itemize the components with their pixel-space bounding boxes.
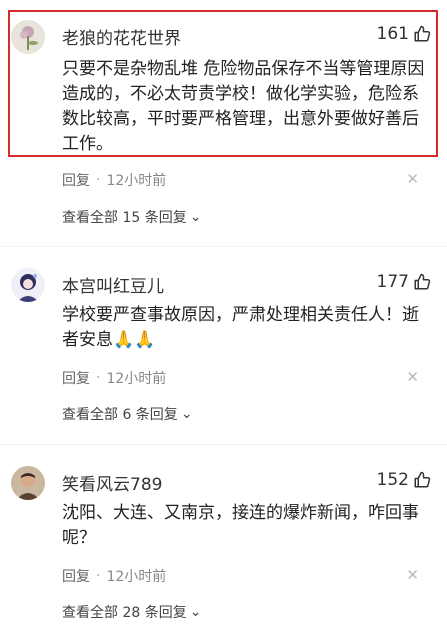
timestamp: 12小时前 [106, 371, 167, 387]
thumbs-up-icon [413, 25, 431, 43]
flower-avatar-icon [11, 20, 45, 54]
like-button[interactable]: 152 [377, 470, 431, 490]
like-button[interactable]: 177 [377, 272, 431, 292]
comment-meta: 回复 · 12小时前 [62, 170, 166, 190]
person-avatar-icon [11, 466, 45, 500]
timestamp: 12小时前 [106, 569, 167, 585]
timestamp: 12小时前 [106, 173, 167, 189]
close-icon[interactable]: ✕ [406, 170, 419, 188]
view-all-replies[interactable]: 查看全部 6 条回复 ⌄ [62, 404, 193, 424]
like-count: 177 [376, 272, 409, 292]
view-all-label: 查看全部 15 条回复 [62, 210, 187, 226]
view-all-replies[interactable]: 查看全部 15 条回复 ⌄ [62, 207, 201, 227]
chevron-down-icon: ⌄ [180, 406, 193, 422]
view-all-replies[interactable]: 查看全部 28 条回复 ⌄ [62, 602, 201, 622]
username[interactable]: 本宫叫红豆儿 [62, 272, 164, 297]
comment-text: 学校要严查事故原因，严肃处理相关责任人！逝者安息🙏🙏 [62, 305, 419, 350]
avatar[interactable] [11, 466, 45, 500]
chevron-down-icon: ⌄ [189, 604, 202, 620]
comment-meta: 回复 · 12小时前 [62, 368, 166, 388]
username[interactable]: 老狼的花花世界 [62, 24, 181, 49]
divider [0, 246, 447, 247]
view-all-label: 查看全部 6 条回复 [62, 407, 178, 423]
like-count: 152 [376, 470, 409, 490]
username[interactable]: 笑看风云789 [62, 470, 162, 495]
avatar[interactable] [11, 268, 45, 302]
comment-text: 只要不是杂物乱堆 危险物品保存不当等管理原因造成的，不必太苛责学校！做化学实验，… [62, 59, 425, 154]
divider [0, 444, 447, 445]
reply-button[interactable]: 回复 [62, 368, 90, 388]
comment-text: 沈阳、大连、又南京，接连的爆炸新闻，咋回事呢？ [62, 503, 419, 548]
avatar[interactable] [11, 20, 45, 54]
comment-meta: 回复 · 12小时前 [62, 566, 166, 586]
close-icon[interactable]: ✕ [406, 368, 419, 386]
anime-avatar-icon [11, 268, 45, 302]
reply-button[interactable]: 回复 [62, 566, 90, 586]
separator-dot: · [96, 370, 101, 386]
reply-button[interactable]: 回复 [62, 170, 90, 190]
close-icon[interactable]: ✕ [406, 566, 419, 584]
like-count: 161 [376, 24, 409, 44]
chevron-down-icon: ⌄ [189, 209, 202, 225]
like-button[interactable]: 161 [377, 24, 431, 44]
separator-dot: · [96, 172, 101, 188]
separator-dot: · [96, 568, 101, 584]
thumbs-up-icon [413, 273, 431, 291]
view-all-label: 查看全部 28 条回复 [62, 605, 187, 621]
thumbs-up-icon [413, 471, 431, 489]
